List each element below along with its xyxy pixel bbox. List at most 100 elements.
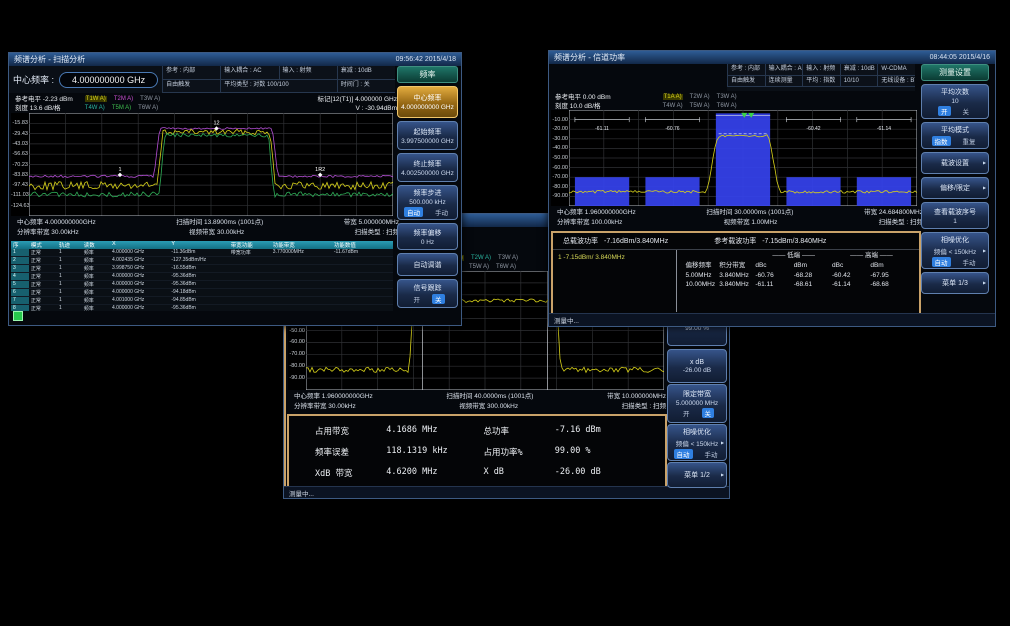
menu-button-label: 菜单 1/3 xyxy=(942,278,968,288)
toggle-option[interactable]: 指数 xyxy=(932,136,951,146)
offset-col-header: 偏移频率 xyxy=(685,261,719,271)
table-row[interactable]: 3正常1频率3.998750 GHz-16.55dBm xyxy=(11,265,393,273)
marker-table-cell: 3.770000MHz xyxy=(271,249,332,256)
marker-table-cell: -95.36dBm xyxy=(169,273,228,280)
offset-cell: -61.11 xyxy=(755,280,793,290)
window-sweep-analysis: 频谱分析 - 扫描分析 09:56:42 2015/4/18 中心频率 : 4.… xyxy=(8,52,462,326)
toggle-option[interactable]: 开 xyxy=(938,106,951,116)
menu-button[interactable]: 载波设置▸ xyxy=(921,152,989,174)
menu-button[interactable]: 菜单 1/3▸ xyxy=(921,272,989,294)
toggle-option[interactable]: 开 xyxy=(680,408,693,418)
footer-field: 分辨率带宽 100.00kHz xyxy=(557,219,622,226)
menu-button[interactable]: 查看载波序号1 xyxy=(921,202,989,229)
menu-button-label: 终止频率 xyxy=(414,159,442,169)
status-field: 输入耦合 : AC xyxy=(220,66,278,80)
status-field: 平均 : 指数 xyxy=(802,76,840,88)
w1-clock: 09:56:42 2015/4/18 xyxy=(396,56,456,63)
y-axis-label: -97.43 xyxy=(11,182,28,188)
result-value: 118.1319 kHz xyxy=(386,446,483,458)
toggle-option[interactable]: 关 xyxy=(960,106,973,116)
w1-center-frequency-input[interactable]: 4.000000000 GHz xyxy=(59,72,158,88)
w2-titlebar[interactable]: 频谱分析 - 信道功率 08:44:05 2015/4/16 xyxy=(549,51,995,64)
menu-button[interactable]: 终止频率4.002500000 GHz xyxy=(397,153,458,182)
table-row[interactable]: 7正常1频率4.001000 GHz-94.85dBm xyxy=(11,297,393,305)
menu-button[interactable]: 菜单 1/2▸ xyxy=(667,462,727,488)
table-row[interactable]: 6正常1频率4.000000 GHz-94.18dBm xyxy=(11,289,393,297)
menu-button[interactable]: 平均模式指数重复 xyxy=(921,122,989,149)
table-row[interactable]: 5正常1频率4.000000 GHz-95.36dBm xyxy=(11,281,393,289)
toggle-option[interactable]: 关 xyxy=(432,294,445,304)
y-axis-label: -80.00 xyxy=(288,363,305,369)
menu-button-label: 中心频率 xyxy=(414,93,442,103)
marker-table-header-cell: X xyxy=(110,241,169,249)
menu-button[interactable]: 平均次数10开关 xyxy=(921,84,989,119)
y-axis-label: -70.00 xyxy=(551,174,568,180)
offset-cell: -68.61 xyxy=(794,280,832,290)
marker-table-cell: 3 xyxy=(11,265,29,272)
marker-table-cell xyxy=(229,257,271,264)
svg-text:-60.42: -60.42 xyxy=(806,126,820,132)
offset-col-header: dBm xyxy=(870,261,911,271)
menu-button-label: 自动调谐 xyxy=(414,260,442,270)
menu-button[interactable]: 起始频率3.997500000 GHz xyxy=(397,121,458,150)
marker-table-cell: 5 xyxy=(11,281,29,288)
toggle-option[interactable]: 手动 xyxy=(432,207,451,217)
marker-table-cell xyxy=(229,265,271,272)
w3-footer-row2: 分辨率带宽 30.00kHz视频带宽 300.00kHz扫描类型 : 扫频 xyxy=(288,403,672,410)
y-axis-label: -124.63 xyxy=(11,203,28,209)
menu-button[interactable]: 信号跟踪开关 xyxy=(397,279,458,308)
status-field: 时间门 : 关 xyxy=(337,80,395,94)
menu-button[interactable]: 偏移/限定▸ xyxy=(921,177,989,199)
carrier-list-row[interactable]: 1 -7.15dBm/ 3.840MHz xyxy=(558,253,671,262)
trace-label: T3W A) xyxy=(140,96,160,102)
table-row[interactable]: 2正常1频率4.002435 GHz-127.35dBm/Hz xyxy=(11,257,393,265)
marker-table-cell: 1 xyxy=(57,265,82,272)
menu-button-toggle: 自动手动 xyxy=(932,257,979,267)
marker-table-cell xyxy=(271,289,332,296)
trace-label: T2W A) xyxy=(471,255,491,261)
result-summary-label: 总载波功率 xyxy=(563,238,598,245)
toggle-option[interactable]: 自动 xyxy=(932,257,951,267)
marker-table-cell: 正常 xyxy=(29,257,57,264)
menu-button[interactable]: 相噪优化频偏 < 150kHz自动手动▸ xyxy=(667,424,727,461)
menu-button-label: 频率步进 xyxy=(414,188,442,198)
menu-button[interactable]: 频率偏移0 Hz xyxy=(397,223,458,250)
marker-table-cell: -11.67dBm xyxy=(332,249,393,256)
offset-group-high: —— 高端 —— xyxy=(832,251,911,261)
menu-button[interactable]: x dB-26.00 dB xyxy=(667,349,727,383)
offset-cell: -61.14 xyxy=(832,280,870,290)
menu-button-value: 4.002500000 GHz xyxy=(401,170,454,177)
marker-table-cell: 正常 xyxy=(29,265,57,272)
toggle-option[interactable]: 自动 xyxy=(674,449,693,459)
marker-table-cell xyxy=(332,257,393,264)
svg-text:-60.76: -60.76 xyxy=(665,126,679,132)
y-axis-label: -29.43 xyxy=(11,131,28,137)
table-row[interactable]: 8正常1频率4.000000 GHz-95.36dBm xyxy=(11,305,393,311)
y-axis-label: -50.00 xyxy=(551,155,568,161)
table-row[interactable]: 4正常1频率4.000000 GHz-95.36dBm xyxy=(11,273,393,281)
result-value: -7.16 dBm xyxy=(555,425,639,437)
marker-table-cell: -16.55dBm xyxy=(169,265,228,272)
toggle-option[interactable]: 开 xyxy=(411,294,424,304)
y-axis-label: -70.23 xyxy=(11,162,28,168)
window-channel-power: 频谱分析 - 信道功率 08:44:05 2015/4/16 参考 : 内部输入… xyxy=(548,50,996,327)
menu-button[interactable]: 相噪优化频偏 < 150kHz自动手动▸ xyxy=(921,232,989,269)
result-value: -26.00 dB xyxy=(555,467,639,479)
toggle-option[interactable]: 手动 xyxy=(702,449,721,459)
toggle-option[interactable]: 关 xyxy=(702,408,715,418)
menu-button[interactable]: 限定带宽5.000000 MHz开关 xyxy=(667,384,727,423)
marker-table-cell: 6 xyxy=(11,289,29,296)
w1-titlebar[interactable]: 频谱分析 - 扫描分析 09:56:42 2015/4/18 xyxy=(9,53,461,66)
offset-col-header: dBm xyxy=(794,261,832,271)
menu-button[interactable]: 频率步进500.000 kHz自动手动 xyxy=(397,185,458,220)
table-row[interactable]: 1正常1频率4.000000 GHz-11.36dBm带宽功率3.770000M… xyxy=(11,249,393,257)
toggle-option[interactable]: 手动 xyxy=(960,257,979,267)
menu-button[interactable]: 中心频率4.000000000 GHz xyxy=(397,86,458,118)
toggle-option[interactable]: 自动 xyxy=(404,207,423,217)
menu-button[interactable]: 自动调谐 xyxy=(397,253,458,276)
marker-table-cell xyxy=(229,273,271,280)
toggle-option[interactable]: 重复 xyxy=(960,136,979,146)
submenu-arrow-icon: ▸ xyxy=(983,247,986,254)
marker-table-cell: 频率 xyxy=(82,297,110,304)
menu-button-label: 限定带宽 xyxy=(683,389,711,399)
